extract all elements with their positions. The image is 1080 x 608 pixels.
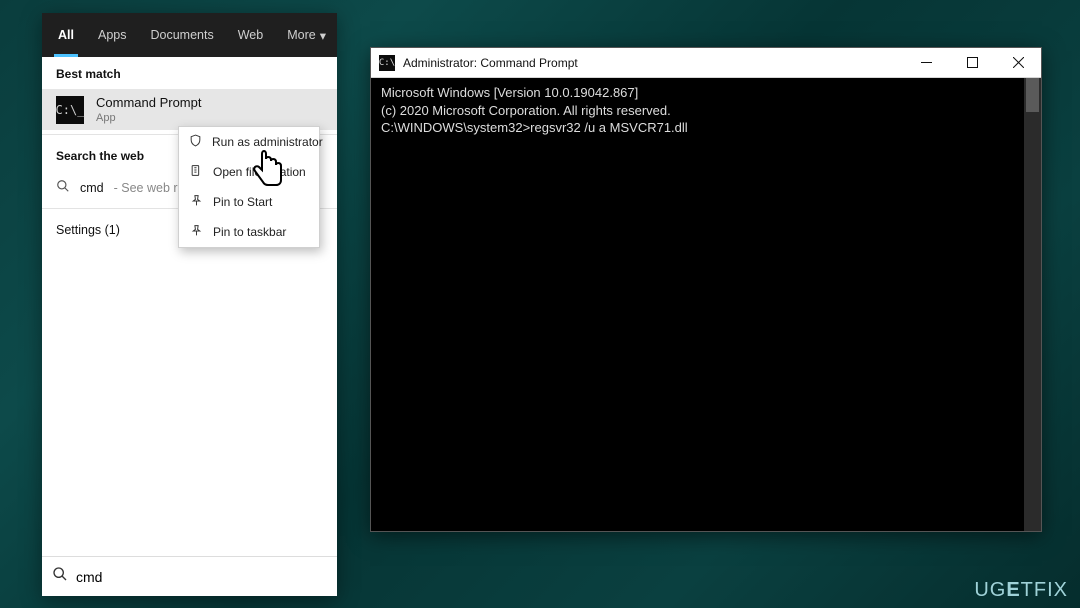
minimize-button[interactable] — [903, 48, 949, 77]
cm-run-as-administrator[interactable]: Run as administrator — [179, 127, 319, 157]
close-button[interactable] — [995, 48, 1041, 77]
shield-icon — [189, 134, 202, 150]
web-query-text: cmd — [80, 181, 104, 195]
command-prompt-icon: C:\_ — [56, 96, 84, 124]
start-search-panel: All Apps Documents Web More ▾ Best match… — [42, 13, 337, 596]
terminal-line: C:\WINDOWS\system32>regsvr32 /u a MSVCR7… — [381, 119, 1031, 137]
terminal-body[interactable]: Microsoft Windows [Version 10.0.19042.86… — [371, 78, 1041, 531]
result-command-prompt[interactable]: C:\_ Command Prompt App — [42, 89, 337, 130]
context-menu: Run as administrator Open file location … — [178, 126, 320, 248]
cm-pin-to-start[interactable]: Pin to Start — [179, 187, 319, 217]
cm-pin-to-taskbar[interactable]: Pin to taskbar — [179, 217, 319, 247]
command-prompt-icon: C:\ — [379, 55, 395, 71]
cm-label: Open file location — [213, 165, 306, 179]
window-title: Administrator: Command Prompt — [403, 56, 578, 70]
chevron-down-icon: ▾ — [320, 28, 326, 43]
search-input[interactable] — [76, 569, 327, 585]
cm-label: Pin to Start — [213, 195, 272, 209]
cm-label: Pin to taskbar — [213, 225, 286, 239]
command-prompt-window: C:\ Administrator: Command Prompt Micros… — [370, 47, 1042, 532]
maximize-button[interactable] — [949, 48, 995, 77]
cm-label: Run as administrator — [212, 135, 323, 149]
search-tabs: All Apps Documents Web More ▾ — [42, 13, 337, 57]
search-icon — [56, 179, 70, 196]
window-controls — [903, 48, 1041, 77]
tab-apps[interactable]: Apps — [86, 13, 139, 57]
cm-open-file-location[interactable]: Open file location — [179, 157, 319, 187]
tab-more[interactable]: More ▾ — [275, 13, 338, 57]
terminal-line: Microsoft Windows [Version 10.0.19042.86… — [381, 84, 1031, 102]
best-match-label: Best match — [42, 57, 337, 89]
watermark: UGETFIX — [974, 579, 1068, 602]
result-text: Command Prompt App — [96, 95, 201, 124]
search-input-bar — [42, 556, 337, 596]
terminal-line: (c) 2020 Microsoft Corporation. All righ… — [381, 102, 1031, 120]
scrollbar[interactable] — [1024, 78, 1041, 531]
search-icon — [52, 566, 68, 587]
result-title: Command Prompt — [96, 95, 201, 110]
tab-documents[interactable]: Documents — [138, 13, 225, 57]
pin-icon — [189, 224, 203, 240]
tab-all[interactable]: All — [46, 13, 86, 57]
titlebar[interactable]: C:\ Administrator: Command Prompt — [371, 48, 1041, 78]
scrollbar-thumb[interactable] — [1026, 78, 1039, 112]
tab-web[interactable]: Web — [226, 13, 275, 57]
folder-icon — [189, 164, 203, 180]
pin-icon — [189, 194, 203, 210]
result-subtitle: App — [96, 112, 201, 124]
